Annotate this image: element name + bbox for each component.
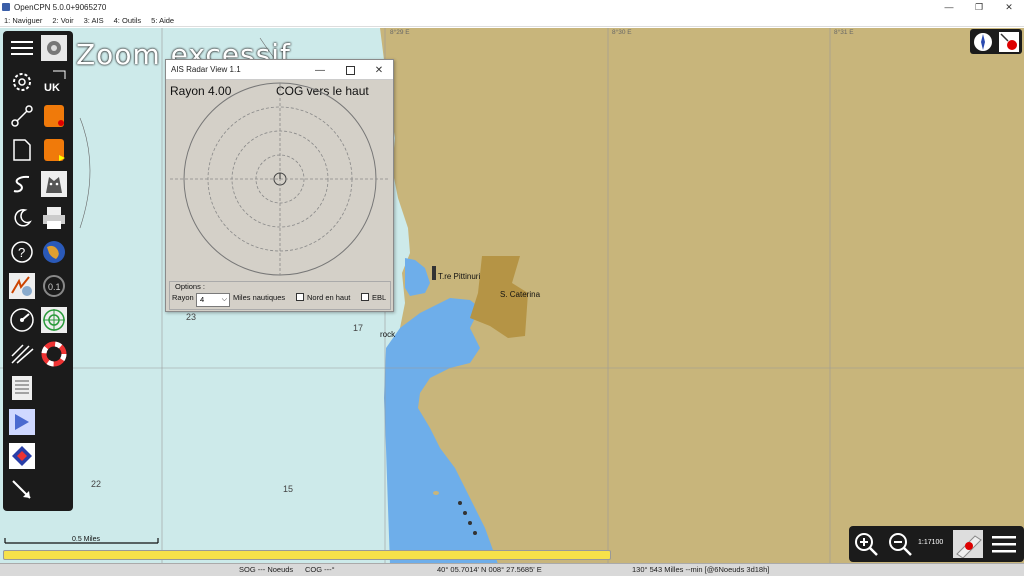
menu-voir[interactable]: 2: Voir: [52, 16, 73, 25]
zoom-controls: 1:17100: [849, 526, 1024, 562]
menu-aide[interactable]: 5: Aide: [151, 16, 174, 25]
route-icon[interactable]: [8, 102, 36, 130]
land-area: [380, 28, 1024, 564]
zoom-in-icon[interactable]: [851, 530, 881, 558]
place-label: S. Caterina: [500, 290, 541, 299]
lifebuoy-icon[interactable]: [40, 340, 68, 368]
ais-radar-dialog[interactable]: AIS Radar View 1.1 — ✕ Rayon 4.00 COG ve…: [165, 59, 394, 312]
ais-icon[interactable]: 0.1: [40, 272, 68, 300]
chart-quilt-icon[interactable]: [40, 34, 68, 62]
place-label: T.re Pittinuri: [438, 272, 481, 281]
status-cog: COG ---°: [305, 565, 335, 574]
options-legend: Options :: [174, 282, 207, 291]
route-manager-icon[interactable]: [8, 340, 36, 368]
radar-icon[interactable]: [40, 306, 68, 334]
waypoint-icon[interactable]: [40, 102, 68, 130]
ebl-label: EBL: [372, 293, 387, 302]
dog-icon[interactable]: [40, 170, 68, 198]
main-toolbar: UK ? 0.1: [3, 31, 73, 511]
globe-icon[interactable]: [40, 238, 68, 266]
status-cursor: 130° 543 Milles --min [@6Noeuds 3d18h]: [632, 565, 770, 574]
scale-value: 1:17100: [918, 539, 944, 546]
print-icon[interactable]: [40, 204, 68, 232]
depth-sounding: 22: [91, 479, 102, 489]
svg-text:?: ?: [18, 245, 25, 260]
grid-label: 8°30 E: [612, 29, 632, 36]
compass-widget[interactable]: [970, 29, 1022, 54]
playback-icon[interactable]: [8, 408, 36, 436]
units-label: Miles nautiques: [233, 293, 286, 302]
depth-sounding: 15: [283, 484, 294, 494]
svg-text:0.1: 0.1: [48, 282, 61, 292]
hamburger-menu-icon[interactable]: [989, 530, 1019, 558]
chart-canvas[interactable]: 8°29 E 8°30 E 8°31 E 23 17 22 15 T.re Pi…: [0, 28, 1024, 564]
menu-icon[interactable]: [8, 34, 36, 62]
gps-status-icon: [999, 31, 1019, 52]
maximize-button[interactable]: ❐: [964, 0, 994, 14]
compass-icon: [974, 32, 992, 51]
status-position: 40° 05.7014' N 008° 27.5685' E: [437, 565, 542, 574]
dialog-maximize-button[interactable]: [336, 60, 364, 80]
ebl-checkbox[interactable]: [361, 293, 369, 301]
chart-icon[interactable]: [8, 442, 36, 470]
window-titlebar: OpenCPN 5.0.0+9065270 — ❐ ✕: [0, 0, 1024, 14]
dashboard-icon[interactable]: [8, 306, 36, 334]
settings-icon[interactable]: [8, 68, 36, 96]
status-bar: SOG --- Noeuds COG ---° 40° 05.7014' N 0…: [0, 563, 1024, 576]
depth-sounding: 23: [186, 312, 197, 322]
zoom-out-icon[interactable]: [885, 530, 915, 558]
uk-chart-icon[interactable]: UK: [40, 68, 68, 96]
range-field-label: Rayon: [172, 293, 194, 302]
chevron-down-icon: ⌵: [221, 296, 227, 303]
range-select[interactable]: 4 ⌵: [196, 293, 230, 307]
grid-label: 8°31 E: [834, 29, 854, 36]
dialog-close-button[interactable]: ✕: [365, 60, 393, 80]
app-icon: [2, 3, 10, 11]
dialog-minimize-button[interactable]: —: [306, 60, 334, 80]
measure-icon[interactable]: [8, 476, 36, 504]
grid-label: 8°29 E: [390, 29, 410, 36]
track-icon[interactable]: [8, 170, 36, 198]
progress-bar: [3, 550, 611, 560]
status-sog: SOG --- Noeuds: [239, 565, 294, 574]
night-mode-icon[interactable]: [8, 204, 36, 232]
window-title: OpenCPN 5.0.0+9065270: [14, 2, 107, 12]
radar-display: [170, 82, 390, 276]
north-up-label: Nord en haut: [307, 293, 351, 302]
ais-plugin-icon[interactable]: [40, 136, 68, 164]
north-up-checkbox[interactable]: [296, 293, 304, 301]
svg-text:UK: UK: [44, 82, 60, 94]
menu-ais[interactable]: 3: AIS: [84, 16, 104, 25]
document-icon[interactable]: [8, 136, 36, 164]
ship-follow-icon[interactable]: [953, 530, 983, 558]
menu-outils[interactable]: 4: Outils: [114, 16, 142, 25]
place-label: rock: [380, 330, 396, 339]
weather-icon[interactable]: [8, 272, 36, 300]
menu-bar: 1: Naviguer 2: Voir 3: AIS 4: Outils 5: …: [0, 14, 1024, 27]
logbook-icon[interactable]: [8, 374, 36, 402]
depth-sounding: 17: [353, 323, 364, 333]
dialog-title: AIS Radar View 1.1: [171, 65, 241, 74]
minimize-button[interactable]: —: [934, 0, 964, 14]
scale-bar-label: 0.5 Miles: [72, 536, 101, 543]
close-button[interactable]: ✕: [994, 0, 1024, 14]
menu-naviguer[interactable]: 1: Naviguer: [4, 16, 42, 25]
help-icon[interactable]: ?: [8, 238, 36, 266]
